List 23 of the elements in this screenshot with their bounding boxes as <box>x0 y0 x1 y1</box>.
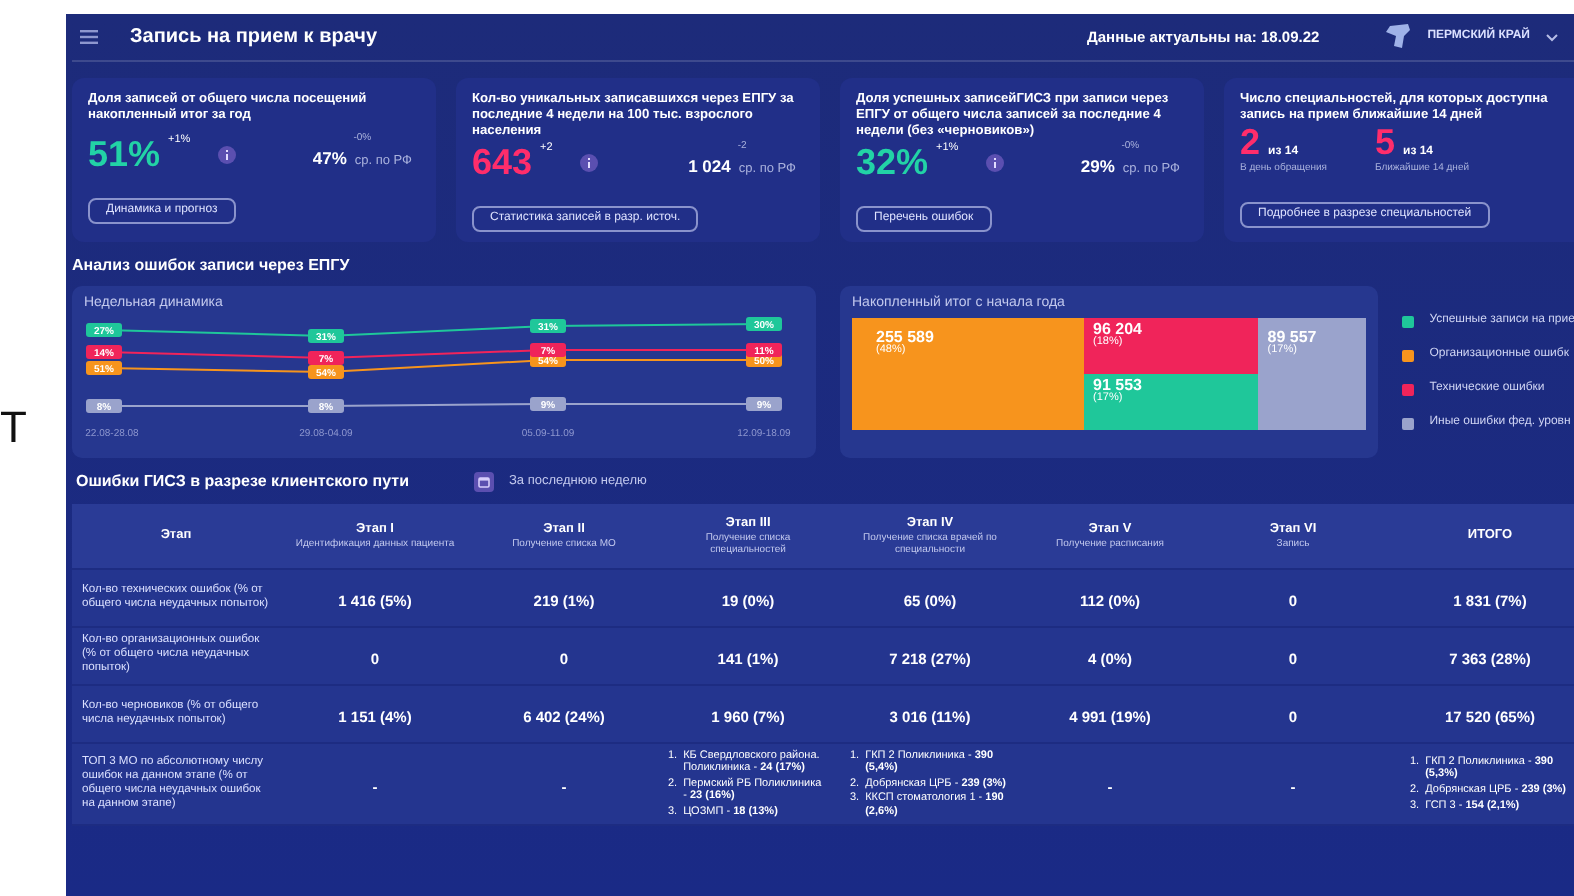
info-icon[interactable] <box>580 153 599 172</box>
region-map-icon <box>1383 24 1412 50</box>
cut-text: Т <box>0 402 27 452</box>
info-icon[interactable] <box>218 146 237 164</box>
table-title: Ошибки ГИСЗ в разрезе клиентского пути <box>76 470 409 494</box>
average-value: 1 024 <box>688 154 731 180</box>
metric-value: 51% <box>88 136 161 172</box>
page-title: Запись на прием к врачу <box>130 24 378 52</box>
calendar-icon[interactable] <box>473 472 493 492</box>
tile-value: 255 589 <box>876 329 936 346</box>
metric-value: 643 <box>472 143 533 180</box>
section-title: Анализ ошибок записи через ЕПГУ <box>72 254 352 278</box>
metric-value: 5 <box>1374 123 1395 160</box>
metric-value: 32% <box>856 143 929 180</box>
tile-value: 89 557 <box>1267 329 1319 346</box>
average-value: 29% <box>1080 154 1115 180</box>
tile-value: 96 204 <box>1093 321 1144 338</box>
average-value: 47% <box>312 146 347 172</box>
chevron-down-icon[interactable] <box>1546 33 1558 41</box>
info-icon[interactable] <box>986 153 1005 172</box>
menu-icon[interactable] <box>80 30 98 44</box>
tile-value: 91 553 <box>1093 377 1144 394</box>
metric-value: 2 <box>1240 123 1261 160</box>
